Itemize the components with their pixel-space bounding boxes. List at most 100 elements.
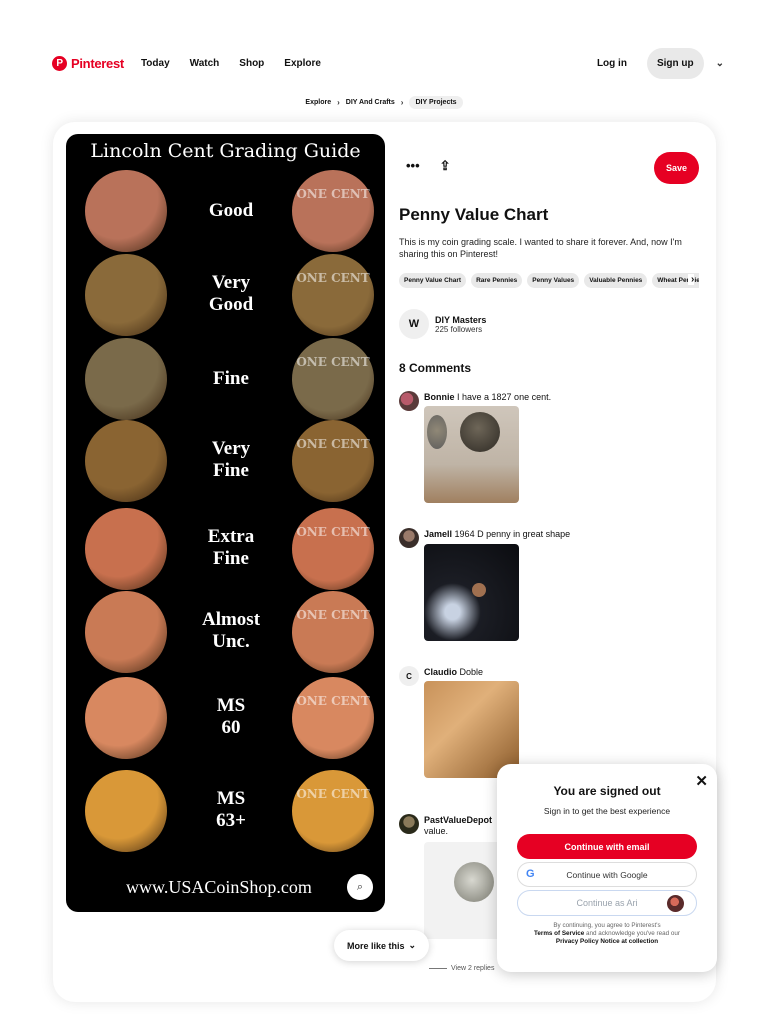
notice-link[interactable]: Notice at collection bbox=[600, 938, 658, 945]
signup-button[interactable]: Sign up bbox=[646, 47, 704, 79]
header-actions: Log in Sign up ⌄ bbox=[587, 47, 724, 79]
grade-row: Fine ONE CENT bbox=[66, 338, 385, 422]
creator[interactable]: W DIY Masters 225 followers bbox=[399, 309, 486, 339]
view-replies-label: View 2 replies bbox=[451, 965, 495, 972]
coin-reverse: ONE CENT bbox=[292, 508, 374, 590]
avatar bbox=[665, 893, 686, 914]
creator-name[interactable]: DIY Masters bbox=[435, 315, 486, 325]
chevron-right-icon: › bbox=[337, 98, 340, 107]
coin-obverse bbox=[85, 338, 167, 420]
comment-body: I have a 1827 one cent. bbox=[457, 392, 552, 402]
legal-text: By continuing, you agree to Pinterest's … bbox=[511, 922, 703, 946]
more-like-this-label: More like this bbox=[346, 940, 405, 951]
share-icon[interactable]: ⇪ bbox=[440, 158, 451, 174]
follower-count: 225 followers bbox=[435, 324, 483, 334]
avatar[interactable]: C bbox=[399, 666, 419, 686]
login-button[interactable]: Log in bbox=[587, 50, 637, 77]
comment-body: value. bbox=[424, 826, 449, 836]
grade-label-line: Good bbox=[208, 200, 254, 221]
legal-line: and acknowledge you've read our bbox=[586, 930, 681, 937]
avatar[interactable] bbox=[399, 391, 419, 411]
continue-as-account-button[interactable]: Continue as Ari bbox=[517, 890, 697, 916]
tag-list: Penny Value Chart Rare Pennies Penny Val… bbox=[399, 273, 699, 288]
modal-subtitle: Sign in to get the best experience bbox=[543, 806, 671, 816]
comments-heading: 8 Comments bbox=[399, 361, 472, 375]
privacy-link[interactable]: Privacy Policy bbox=[556, 938, 599, 945]
visual-search-icon[interactable]: ⌕ bbox=[347, 874, 373, 900]
comment-photo[interactable] bbox=[424, 544, 519, 641]
continue-with-email-button[interactable]: Continue with email bbox=[517, 834, 697, 859]
avatar[interactable]: W bbox=[399, 309, 429, 339]
grade-label-line: Extra bbox=[207, 526, 255, 547]
comment-photo[interactable] bbox=[424, 406, 519, 503]
google-icon: G bbox=[526, 868, 535, 880]
avatar[interactable] bbox=[399, 528, 419, 548]
comment-author[interactable]: Bonnie bbox=[424, 392, 455, 402]
coin-reverse: ONE CENT bbox=[292, 677, 374, 759]
legal-line: By continuing, you agree to Pinterest's bbox=[553, 922, 661, 929]
grade-label-line: Good bbox=[208, 294, 254, 315]
comment-text: Bonnie I have a 1827 one cent. bbox=[424, 392, 704, 403]
tag-chip[interactable]: Valuable Pennies bbox=[584, 273, 648, 288]
comment-author[interactable]: Jamell bbox=[424, 529, 452, 539]
grade-label: MS 60 bbox=[181, 695, 281, 739]
tag-chip[interactable]: Penny Values bbox=[527, 273, 580, 288]
nav-watch[interactable]: Watch bbox=[190, 58, 220, 69]
grade-label: Very Good bbox=[181, 272, 281, 316]
save-button[interactable]: Save bbox=[654, 152, 699, 184]
more-options-icon[interactable]: ••• bbox=[406, 158, 420, 174]
pinterest-logo[interactable]: P Pinterest bbox=[52, 55, 124, 71]
nav-explore[interactable]: Explore bbox=[284, 58, 321, 69]
modal-title: You are signed out bbox=[553, 784, 661, 798]
pin-title: Penny Value Chart bbox=[399, 205, 549, 224]
view-replies-link[interactable]: View 2 replies bbox=[429, 965, 494, 972]
nav-shop[interactable]: Shop bbox=[239, 58, 264, 69]
tag-chip[interactable]: Rare Pennies bbox=[471, 273, 523, 288]
grade-label-line: Unc. bbox=[212, 631, 250, 652]
grade-label-line: Almost bbox=[201, 609, 261, 630]
chevron-right-icon[interactable]: › bbox=[688, 274, 695, 285]
breadcrumb-diy-projects[interactable]: DIY Projects bbox=[409, 96, 463, 109]
grade-label-line: MS bbox=[216, 695, 246, 716]
nav-today[interactable]: Today bbox=[141, 58, 170, 69]
grade-label: Good bbox=[181, 200, 281, 222]
coin-reverse-text: ONE CENT bbox=[296, 437, 370, 451]
coin-reverse: ONE CENT bbox=[292, 770, 374, 852]
pin-image[interactable]: Lincoln Cent Grading Guide Good ONE CENT V… bbox=[66, 134, 385, 912]
grade-row: Very Fine ONE CENT bbox=[66, 420, 385, 504]
comment-photo[interactable] bbox=[424, 681, 519, 778]
breadcrumb-diy-and-crafts[interactable]: DIY And Crafts bbox=[346, 99, 395, 106]
comment-author[interactable]: PastValueDepot bbox=[424, 815, 492, 825]
grade-label-line: MS bbox=[216, 788, 246, 809]
continue-as-label: Continue as Ari bbox=[576, 898, 638, 908]
coin-reverse-text: ONE CENT bbox=[296, 187, 370, 201]
grade-row: Extra Fine ONE CENT bbox=[66, 508, 385, 592]
grade-row: Very Good ONE CENT bbox=[66, 254, 385, 338]
breadcrumb-explore[interactable]: Explore bbox=[305, 99, 331, 106]
pinterest-logo-icon: P bbox=[52, 55, 67, 71]
chevron-down-icon[interactable]: ⌄ bbox=[716, 58, 724, 69]
chevron-down-icon: ⌄ bbox=[408, 940, 417, 950]
grade-label: Fine bbox=[181, 368, 281, 390]
coin-obverse bbox=[85, 170, 167, 252]
pin-description: This is my coin grading scale. I wanted … bbox=[399, 237, 682, 259]
signed-out-modal: ✕ You are signed out Sign in to get the … bbox=[497, 764, 717, 972]
terms-link[interactable]: Terms of Service bbox=[534, 930, 584, 937]
comment-author[interactable]: Claudio bbox=[424, 667, 457, 677]
more-like-this-button[interactable]: More like this ⌄ bbox=[334, 930, 429, 961]
avatar[interactable] bbox=[399, 814, 419, 834]
grade-label-line: 63+ bbox=[216, 810, 246, 831]
comment-text: Jamell 1964 D penny in great shape bbox=[424, 529, 704, 540]
coin-reverse: ONE CENT bbox=[292, 254, 374, 336]
coin-reverse-text: ONE CENT bbox=[296, 271, 370, 285]
grade-label-line: Fine bbox=[213, 368, 249, 389]
coin-obverse bbox=[85, 770, 167, 852]
coin-reverse: ONE CENT bbox=[292, 420, 374, 502]
continue-with-google-button[interactable]: G Continue with Google bbox=[517, 862, 697, 887]
coin-reverse: ONE CENT bbox=[292, 591, 374, 673]
divider bbox=[429, 968, 447, 969]
grade-label-line: Very bbox=[211, 272, 251, 293]
coin-obverse bbox=[85, 508, 167, 590]
coin-reverse-text: ONE CENT bbox=[296, 694, 370, 708]
tag-chip[interactable]: Penny Value Chart bbox=[399, 273, 467, 288]
